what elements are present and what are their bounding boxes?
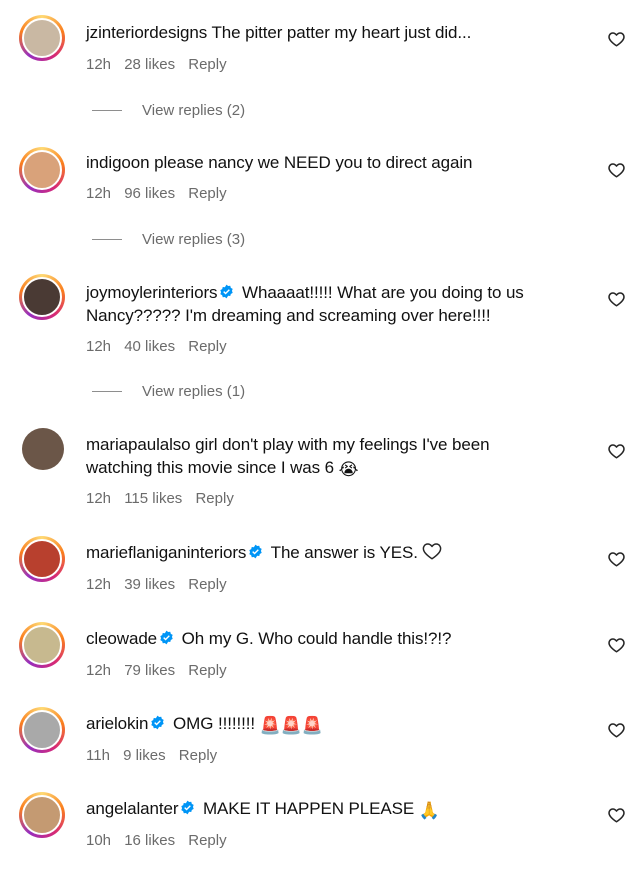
comment-time: 12h — [86, 185, 112, 202]
comment-body: please nancy we NEED you to direct again — [154, 153, 473, 172]
like-count[interactable]: 28 likes — [124, 56, 175, 73]
comment-meta: 12h 39 likes Reply — [86, 576, 236, 593]
username[interactable]: indigoon — [86, 153, 150, 172]
comment-time: 11h — [86, 747, 110, 764]
username[interactable]: mariapaulalso — [86, 435, 191, 454]
replies-divider — [92, 391, 122, 392]
like-count[interactable]: 16 likes — [124, 832, 175, 849]
username[interactable]: cleowade — [86, 629, 157, 648]
username[interactable]: jzinteriordesigns — [86, 23, 207, 42]
username[interactable]: joymoylerinteriors — [86, 283, 218, 302]
avatar[interactable] — [19, 536, 65, 582]
username[interactable]: angelalanter — [86, 799, 178, 818]
crying-face-emoji: 😭 — [338, 460, 359, 479]
verified-badge-icon — [151, 715, 165, 730]
comment-meta: 12h 79 likes Reply — [86, 662, 236, 679]
like-count[interactable]: 79 likes — [124, 662, 175, 679]
avatar[interactable] — [19, 707, 65, 753]
comment-meta: 12h 96 likes Reply — [86, 185, 236, 202]
view-replies-label: View replies (3) — [142, 231, 246, 248]
comment-body: OMG !!!!!!!! — [173, 714, 255, 733]
username[interactable]: arielokin — [86, 714, 149, 733]
verified-badge-icon — [220, 284, 234, 299]
comment-meta: 11h 9 likes Reply — [86, 747, 226, 764]
comment-text: arielokin OMG !!!!!!!! 🚨🚨🚨 — [86, 712, 586, 737]
like-count[interactable]: 115 likes — [124, 490, 182, 507]
avatar[interactable] — [19, 622, 65, 668]
avatar[interactable] — [19, 792, 65, 838]
comment-body: The answer is YES. — [270, 543, 418, 562]
siren-emoji: 🚨🚨🚨 — [259, 716, 323, 735]
comment-text: indigoon please nancy we NEED you to dir… — [86, 151, 586, 174]
comment-text: joymoylerinteriors Whaaaat!!!!! What are… — [86, 281, 586, 327]
like-count[interactable]: 39 likes — [124, 576, 175, 593]
folded-hands-emoji: 🙏 — [418, 801, 440, 820]
heart-outline-icon[interactable] — [608, 722, 625, 738]
username[interactable]: marieflaniganinteriors — [86, 543, 246, 562]
avatar[interactable] — [22, 428, 64, 470]
comment-text: cleowade Oh my G. Who could handle this!… — [86, 627, 586, 650]
heart-outline-icon[interactable] — [608, 291, 625, 307]
avatar[interactable] — [19, 274, 65, 320]
comment-text: marieflaniganinteriors The answer is YES… — [86, 541, 586, 564]
verified-badge-icon — [160, 630, 173, 645]
heart-outline-icon[interactable] — [608, 551, 625, 567]
heart-outline-icon[interactable] — [608, 31, 625, 47]
reply-link[interactable]: Reply — [188, 338, 226, 355]
heart-outline-icon[interactable] — [608, 162, 625, 178]
comment-body: Whaaaat!!!!! What are you doing to us — [242, 283, 524, 302]
comment-meta: 12h 28 likes Reply — [86, 56, 236, 73]
view-replies-label: View replies (2) — [142, 102, 246, 119]
comment-body-line2: watching this movie since I was 6 — [86, 458, 335, 477]
like-count[interactable]: 40 likes — [124, 338, 175, 355]
comment-meta: 12h 115 likes Reply — [86, 490, 243, 507]
comment-text: jzinteriordesigns The pitter patter my h… — [86, 21, 586, 44]
avatar[interactable] — [19, 147, 65, 193]
comment-body-line2: Nancy????? I'm dreaming and screaming ov… — [86, 306, 491, 325]
like-count[interactable]: 9 likes — [123, 747, 166, 764]
view-replies-link[interactable]: View replies (1) — [92, 383, 245, 400]
comment-text: mariapaulalso girl don't play with my fe… — [86, 433, 586, 481]
comment-body: girl don't play with my feelings I've be… — [195, 435, 490, 454]
comment-time: 10h — [86, 832, 112, 849]
replies-divider — [92, 239, 122, 240]
comment-time: 12h — [86, 490, 112, 507]
comment-meta: 10h 16 likes Reply — [86, 832, 236, 849]
reply-link[interactable]: Reply — [188, 185, 226, 202]
reply-link[interactable]: Reply — [188, 662, 226, 679]
comment-time: 12h — [86, 576, 112, 593]
heart-outline-icon[interactable] — [608, 637, 625, 653]
comment-time: 12h — [86, 338, 112, 355]
heart-outline-icon[interactable] — [608, 443, 625, 459]
verified-badge-icon — [249, 544, 263, 559]
comment-time: 12h — [86, 56, 112, 73]
like-count[interactable]: 96 likes — [124, 185, 175, 202]
white-heart-emoji — [423, 543, 442, 560]
comment-meta: 12h 40 likes Reply — [86, 338, 236, 355]
reply-link[interactable]: Reply — [188, 832, 226, 849]
avatar[interactable] — [19, 15, 65, 61]
reply-link[interactable]: Reply — [195, 490, 233, 507]
heart-outline-icon[interactable] — [608, 807, 625, 823]
comment-body: Oh my G. Who could handle this!?!? — [181, 629, 452, 648]
replies-divider — [92, 110, 122, 111]
comment-text: angelalanter MAKE IT HAPPEN PLEASE 🙏 — [86, 797, 586, 822]
view-replies-label: View replies (1) — [142, 383, 246, 400]
reply-link[interactable]: Reply — [188, 576, 226, 593]
comment-body: The pitter patter my heart just did... — [211, 23, 472, 42]
reply-link[interactable]: Reply — [179, 747, 217, 764]
comment-body: MAKE IT HAPPEN PLEASE — [203, 799, 415, 818]
comment-time: 12h — [86, 662, 112, 679]
reply-link[interactable]: Reply — [188, 56, 226, 73]
view-replies-link[interactable]: View replies (3) — [92, 231, 245, 248]
view-replies-link[interactable]: View replies (2) — [92, 102, 245, 119]
verified-badge-icon — [181, 800, 195, 815]
